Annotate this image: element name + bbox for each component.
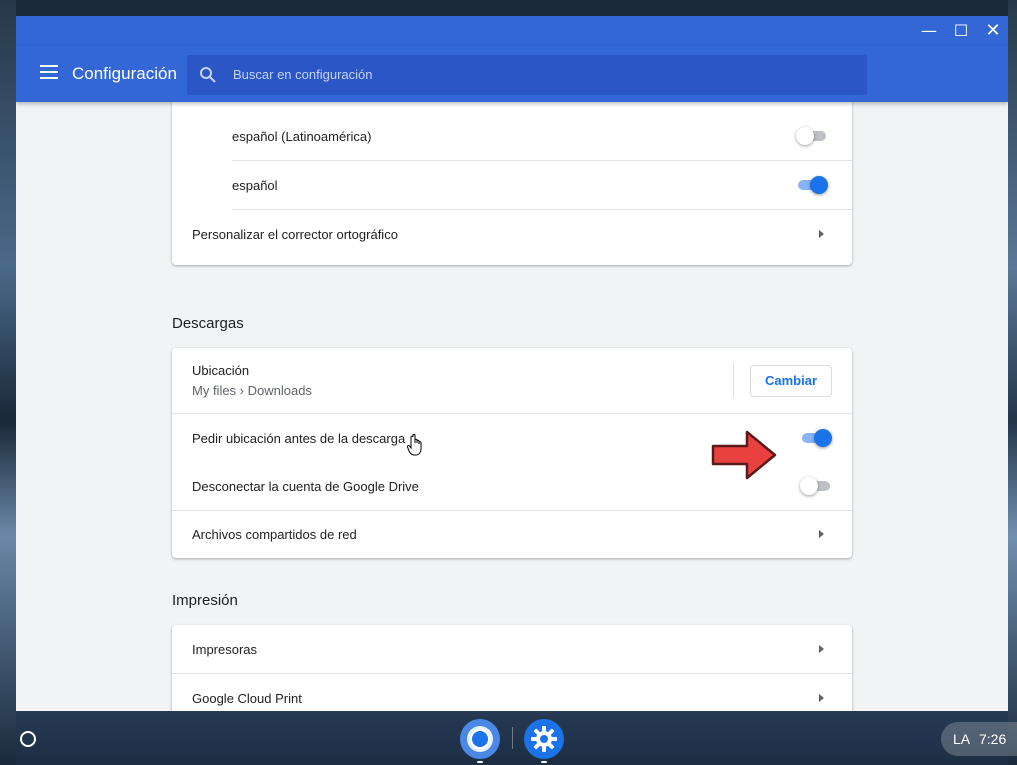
- hand-cursor-icon: [407, 434, 422, 456]
- disconnect-drive-label: Desconectar la cuenta de Google Drive: [192, 479, 419, 494]
- spellcheck-card: español (Latinoamérica) español Personal…: [172, 92, 852, 265]
- search-box[interactable]: Buscar en configuración: [187, 55, 867, 95]
- launcher-icon[interactable]: [20, 731, 36, 747]
- vertical-separator: [733, 364, 734, 398]
- wallpaper-right: [1008, 0, 1017, 765]
- downloads-section-title: Descargas: [172, 315, 244, 332]
- chevron-right-icon: [819, 230, 824, 238]
- chrome-app-icon[interactable]: [459, 718, 501, 760]
- keyboard-layout-indicator: LA: [953, 731, 971, 747]
- settings-app-icon[interactable]: [523, 718, 565, 760]
- download-location-row: Ubicación My files › Downloads Cambiar: [172, 348, 852, 413]
- printing-section-title: Impresión: [172, 592, 238, 609]
- settings-content: español (Latinoamérica) español Personal…: [16, 92, 1008, 711]
- settings-window: — ☐ ✕ Configuración Buscar en configurac…: [16, 16, 1008, 711]
- minimize-button[interactable]: —: [913, 16, 945, 46]
- system-shelf: LA 7:26: [0, 711, 1017, 765]
- running-indicator: [541, 761, 547, 763]
- window-titlebar: — ☐ ✕: [16, 16, 1008, 46]
- language-row-es-419[interactable]: español (Latinoamérica): [172, 112, 852, 160]
- cloud-print-label: Google Cloud Print: [192, 691, 302, 706]
- customize-spellcheck-row[interactable]: Personalizar el corrector ortográfico: [172, 210, 852, 258]
- page-title: Configuración: [72, 64, 177, 83]
- wallpaper-left: [0, 0, 16, 765]
- chevron-right-icon: [819, 694, 824, 702]
- network-shares-label: Archivos compartidos de red: [192, 527, 357, 542]
- language-row-es[interactable]: español: [172, 161, 852, 209]
- close-button[interactable]: ✕: [977, 16, 1008, 46]
- printers-label: Impresoras: [192, 642, 258, 657]
- network-shares-row[interactable]: Archivos compartidos de red: [172, 511, 852, 558]
- cloud-print-row[interactable]: Google Cloud Print: [172, 674, 852, 711]
- spellcheck-toggle-es-419[interactable]: [796, 127, 828, 145]
- chevron-right-icon: [819, 530, 824, 538]
- ask-location-label: Pedir ubicación antes de la descarga: [192, 431, 406, 446]
- disconnect-drive-toggle[interactable]: [800, 477, 832, 495]
- ask-location-toggle[interactable]: [800, 429, 832, 447]
- clock: 7:26: [979, 731, 1007, 747]
- chevron-right-icon: [819, 645, 824, 653]
- location-path: My files › Downloads: [192, 383, 312, 398]
- maximize-button[interactable]: ☐: [945, 16, 977, 46]
- settings-appbar: Configuración Buscar en configuración: [16, 46, 1008, 102]
- language-label: español (Latinoamérica): [232, 129, 372, 144]
- hamburger-menu-icon[interactable]: [40, 65, 58, 79]
- change-location-button[interactable]: Cambiar: [750, 365, 832, 397]
- spellcheck-toggle-es[interactable]: [796, 176, 828, 194]
- shelf-separator: [512, 727, 513, 749]
- running-indicator: [477, 761, 483, 763]
- language-label: español: [232, 178, 278, 193]
- search-input[interactable]: Buscar en configuración: [233, 55, 853, 95]
- printing-card: Impresoras Google Cloud Print: [172, 625, 852, 711]
- customize-spellcheck-label: Personalizar el corrector ortográfico: [192, 227, 398, 242]
- annotation-arrow-icon: [711, 430, 777, 480]
- status-tray[interactable]: LA 7:26: [941, 722, 1017, 756]
- location-label: Ubicación: [192, 363, 250, 378]
- search-icon: [200, 67, 216, 83]
- printers-row[interactable]: Impresoras: [172, 625, 852, 673]
